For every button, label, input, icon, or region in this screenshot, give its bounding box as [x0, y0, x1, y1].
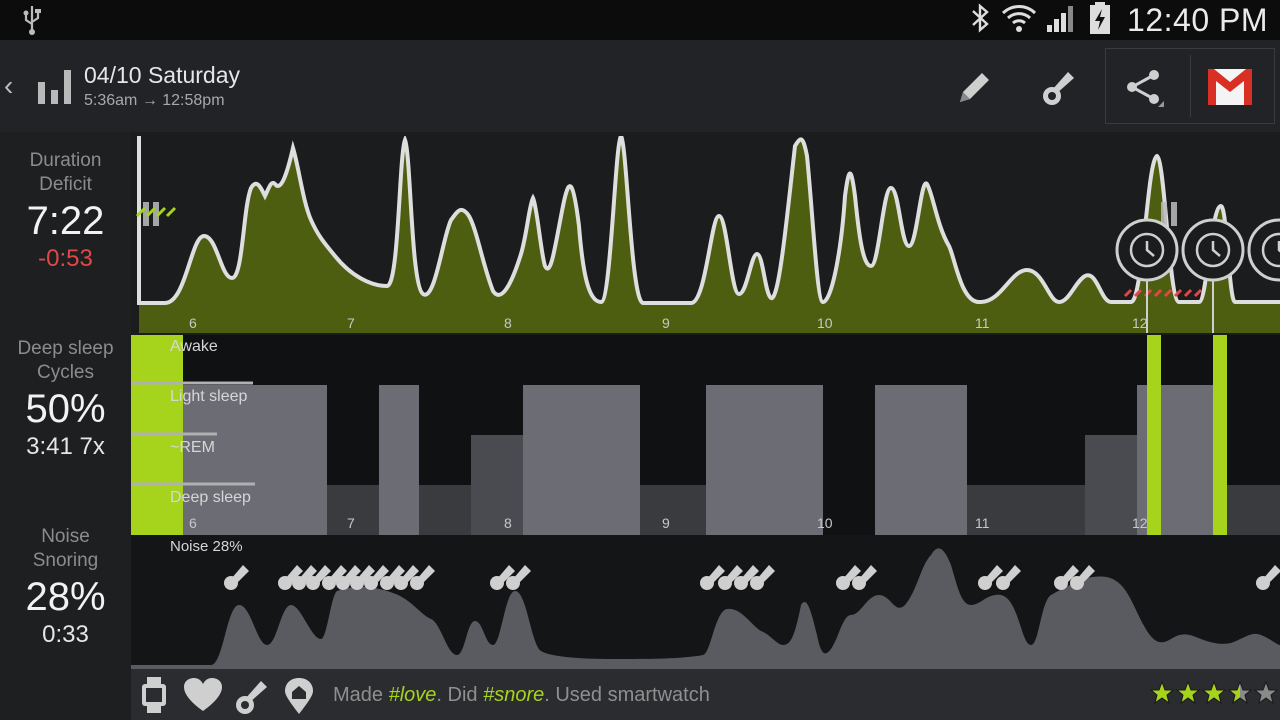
hour-tick: 6	[189, 515, 197, 531]
star-icon	[1176, 681, 1200, 705]
note-used: . Used smartwatch	[544, 684, 710, 706]
smartwatch-icon[interactable]	[139, 677, 169, 718]
hour-tick: 11	[975, 315, 990, 331]
record-time-range: 5:36am → 12:58pm	[84, 92, 225, 109]
pause-marker-end	[1161, 202, 1177, 226]
record-date-title: 04/10 Saturday	[84, 62, 241, 88]
deep-sleep-stat: Deep sleep Cycles 50% 3:41 7x	[0, 337, 131, 461]
alarm-clock-icon	[1115, 218, 1179, 282]
signal-icon	[1045, 3, 1079, 38]
tags-bar: Made #love. Did #snore. Used smartwatch	[131, 669, 1280, 720]
status-clock: 12:40 PM	[1127, 1, 1268, 38]
noise-label: Noise	[41, 526, 90, 547]
stage-rem-label: ~REM	[170, 439, 215, 456]
noise-graph-label: Noise 28%	[170, 538, 243, 555]
hour-tick: 10	[817, 515, 833, 531]
alarm-clock-icon	[1247, 218, 1280, 282]
gmail-icon[interactable]	[1206, 63, 1254, 111]
stats-column: Duration Deficit 7:22 -0:53 Deep sleep C…	[0, 132, 131, 720]
movement-graph[interactable]: 6 7 8 9 10 11 12	[131, 136, 1280, 333]
deficit-value: -0:53	[38, 245, 93, 272]
star-icon	[1150, 681, 1174, 705]
star-icon	[1202, 681, 1226, 705]
duration-stat: Duration Deficit 7:22 -0:53	[0, 149, 131, 273]
cycles-value: 3:41 7x	[26, 433, 105, 460]
sleep-graph-logo-icon[interactable]	[36, 66, 74, 111]
awake-marker	[1147, 335, 1161, 535]
stage-awake-label: Awake	[170, 338, 218, 355]
share-icon[interactable]	[1120, 63, 1168, 111]
alarm-clock-icon	[1181, 218, 1245, 282]
usb-icon	[20, 4, 44, 41]
tags-note: Made #love. Did #snore. Used smartwatch	[333, 684, 710, 707]
deep-sleep-label: Deep sleep	[17, 338, 114, 359]
note-made: Made	[333, 684, 389, 706]
cycles-label: Cycles	[36, 362, 94, 383]
deep-sleep-value: 50%	[25, 387, 106, 431]
hour-tick: 6	[189, 315, 197, 331]
battery-charging-icon	[1087, 1, 1113, 40]
awake-marker	[1213, 335, 1227, 535]
sleep-record-screen: 12:40 PM ‹ 04/10 Saturday 5:36am → 12:58…	[0, 0, 1280, 720]
status-bar: 12:40 PM	[0, 0, 1280, 40]
hour-tick: 9	[662, 315, 670, 331]
wifi-icon	[1001, 3, 1037, 38]
action-bar: ‹ 04/10 Saturday 5:36am → 12:58pm	[0, 40, 1280, 132]
hour-tick: 8	[504, 315, 512, 331]
hour-tick: 7	[347, 315, 355, 331]
noise-value: 28%	[25, 575, 106, 619]
noise-area	[131, 548, 1280, 669]
hour-tick: 11	[975, 515, 990, 531]
share-group	[1105, 48, 1275, 124]
tag-love[interactable]: #love	[389, 684, 437, 706]
stage-deep-label: Deep sleep	[170, 489, 251, 506]
share-divider	[1190, 55, 1191, 117]
star-half-icon	[1228, 681, 1252, 705]
heart-icon[interactable]	[183, 677, 223, 718]
snore-icon[interactable]	[231, 677, 271, 720]
noise-graph[interactable]: Noise 28%	[131, 535, 1280, 669]
bluetooth-icon	[967, 2, 993, 38]
hour-tick: 12	[1132, 315, 1148, 331]
snoring-label: Snoring	[32, 550, 99, 571]
hour-tick: 9	[662, 515, 670, 531]
star-empty-icon	[1254, 681, 1278, 705]
rating-stars[interactable]	[1150, 681, 1278, 705]
hour-tick: 10	[817, 315, 833, 331]
duration-label: Duration	[29, 150, 102, 171]
hour-tick: 7	[347, 515, 355, 531]
duration-value: 7:22	[26, 199, 105, 243]
note-did: . Did	[436, 684, 484, 706]
back-chevron-icon[interactable]: ‹	[4, 70, 13, 102]
deficit-label: Deficit	[39, 174, 92, 195]
snoring-value: 0:33	[42, 621, 89, 648]
home-location-icon[interactable]	[283, 677, 315, 720]
sleep-stages-graph[interactable]: Awake Light sleep ~REM Deep sleep 6 7 8 …	[131, 335, 1280, 535]
snore-tag-icon[interactable]	[1034, 64, 1082, 112]
stage-light-label: Light sleep	[170, 388, 248, 405]
edit-pencil-icon[interactable]	[950, 64, 998, 112]
tag-snore[interactable]: #snore	[483, 684, 544, 706]
hour-tick: 12	[1132, 515, 1148, 531]
noise-stat: Noise Snoring 28% 0:33	[0, 525, 131, 649]
hour-tick: 8	[504, 515, 512, 531]
